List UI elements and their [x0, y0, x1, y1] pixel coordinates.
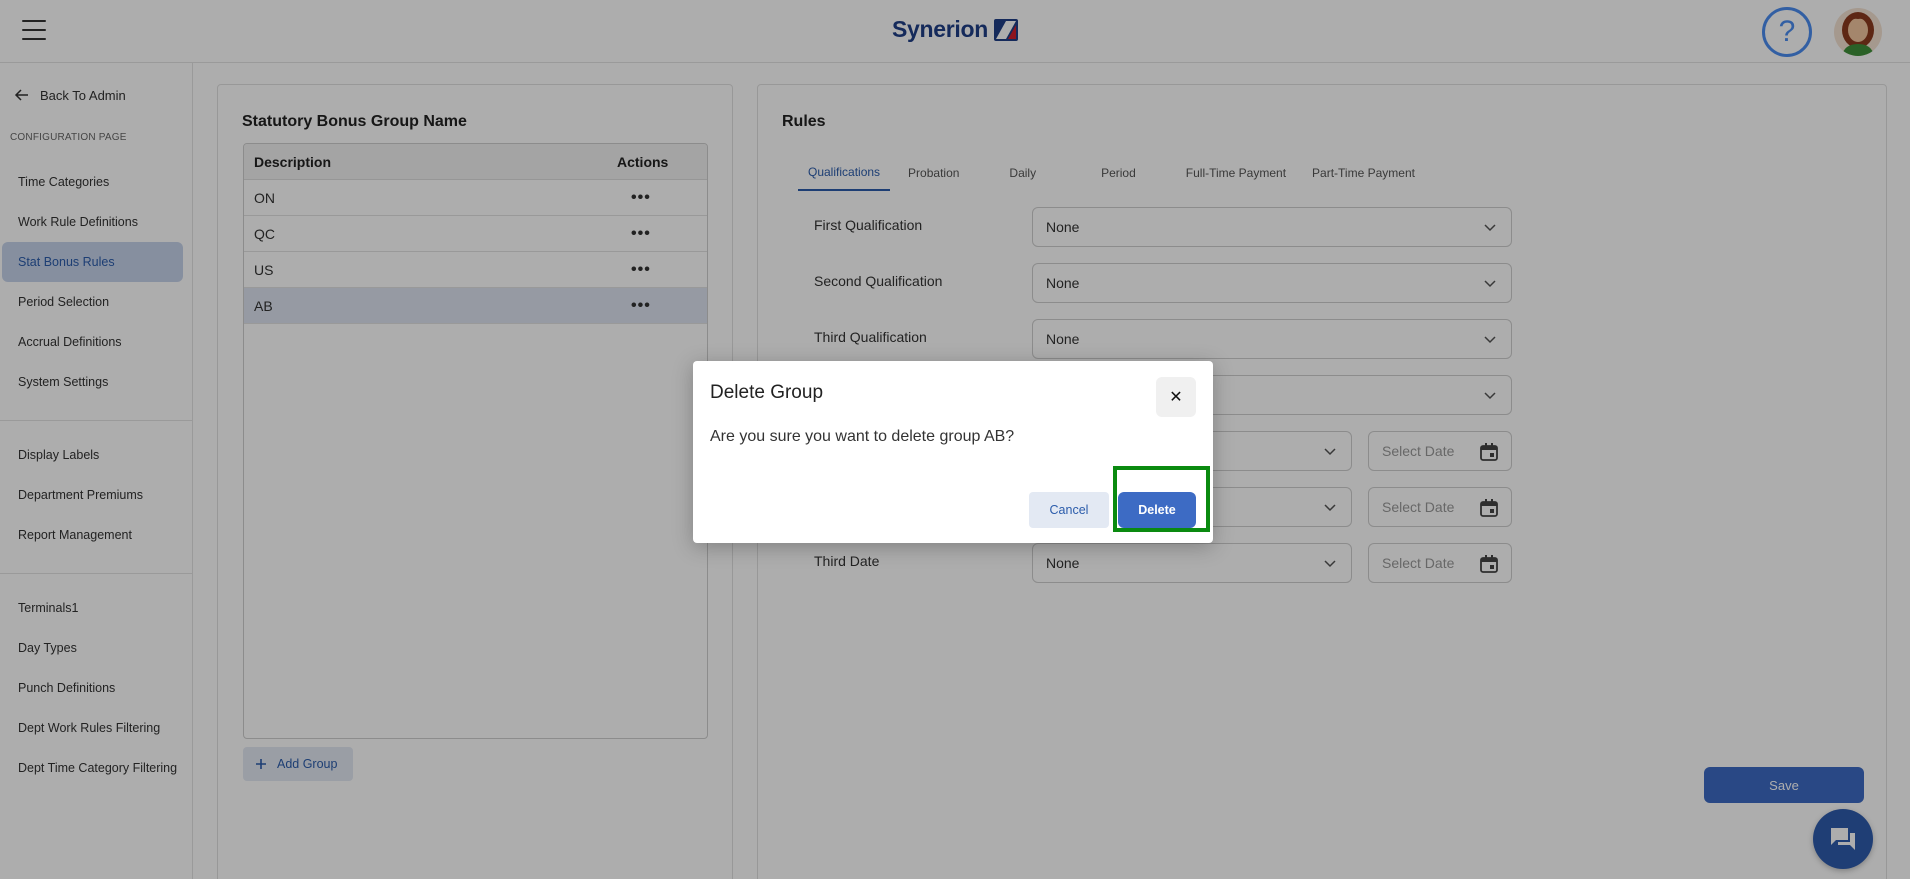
delete-button[interactable]: Delete — [1118, 492, 1196, 528]
close-icon: ✕ — [1169, 389, 1183, 406]
dialog-message: Are you sure you want to delete group AB… — [710, 428, 1015, 445]
dialog-title: Delete Group — [710, 382, 824, 403]
delete-group-dialog: Delete Group ✕ Are you sure you want to … — [693, 361, 1213, 543]
close-button[interactable]: ✕ — [1156, 377, 1196, 417]
cancel-button[interactable]: Cancel — [1029, 492, 1109, 528]
